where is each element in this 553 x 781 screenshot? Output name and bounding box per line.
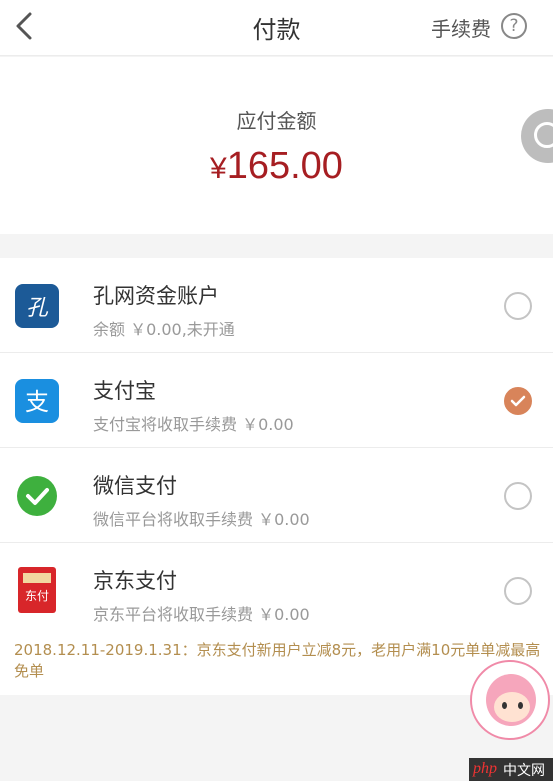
amount-number: 165.00 (226, 145, 343, 187)
payment-item-kongwang[interactable]: 孔 孔网资金账户 余额 ￥0.00,未开通 (0, 258, 553, 353)
watermark: php 中文网 (469, 758, 553, 781)
payment-item-note: 京东平台将收取手续费 ￥0.00 (93, 605, 310, 624)
checkmark-icon (510, 395, 526, 407)
payment-item-name: 孔网资金账户 (93, 284, 219, 308)
alipay-icon: 支 (15, 379, 59, 423)
shutter-icon (534, 122, 553, 148)
jd-pay-icon: 东付 (18, 567, 56, 613)
fee-link[interactable]: 手续费 (431, 13, 491, 42)
payment-item-name: 支付宝 (93, 379, 156, 403)
radio-unchecked[interactable] (504, 577, 532, 605)
mascot-avatar[interactable] (470, 660, 550, 740)
amount-value: ¥165.00 (0, 145, 553, 188)
payment-item-note: 微信平台将收取手续费 ￥0.00 (93, 510, 310, 529)
amount-label: 应付金额 (236, 109, 317, 133)
payment-item-alipay[interactable]: 支 支付宝 支付宝将收取手续费 ￥0.00 (0, 353, 553, 448)
currency-symbol: ¥ (210, 152, 227, 185)
payment-item-jd[interactable]: 东付 京东支付 京东平台将收取手续费 ￥0.00 (0, 543, 553, 638)
watermark-cn: 中文网 (503, 763, 545, 779)
payment-item-wechat[interactable]: 微信支付 微信平台将收取手续费 ￥0.00 (0, 448, 553, 543)
top-bar: 付款 手续费 ? (0, 0, 553, 56)
amount-card: 应付金额 ¥165.00 (0, 57, 553, 234)
payment-item-note: 支付宝将收取手续费 ￥0.00 (93, 415, 294, 434)
payment-item-note: 余额 ￥0.00,未开通 (93, 320, 235, 339)
svg-text:支: 支 (25, 388, 49, 416)
watermark-php: php (473, 760, 497, 777)
svg-text:孔: 孔 (26, 296, 49, 321)
mascot-face (494, 692, 530, 722)
radio-unchecked[interactable] (504, 482, 532, 510)
radio-checked[interactable] (504, 387, 532, 415)
wechat-pay-icon (17, 476, 57, 516)
promo-banner: 2018.12.11-2019.1.31：京东支付新用户立减8元，老用户满10元… (14, 641, 541, 680)
kongwang-icon: 孔 (15, 284, 59, 328)
payment-item-name: 微信支付 (93, 474, 177, 498)
svg-text:东付: 东付 (25, 589, 49, 603)
payment-method-list: 孔 孔网资金账户 余额 ￥0.00,未开通 支 支付宝 支付宝将收取手续费 ￥0… (0, 258, 553, 695)
mascot-eye (502, 702, 507, 709)
payment-item-name: 京东支付 (93, 569, 177, 593)
radio-unchecked[interactable] (504, 292, 532, 320)
help-icon[interactable]: ? (501, 13, 527, 39)
mascot-eye (518, 702, 523, 709)
